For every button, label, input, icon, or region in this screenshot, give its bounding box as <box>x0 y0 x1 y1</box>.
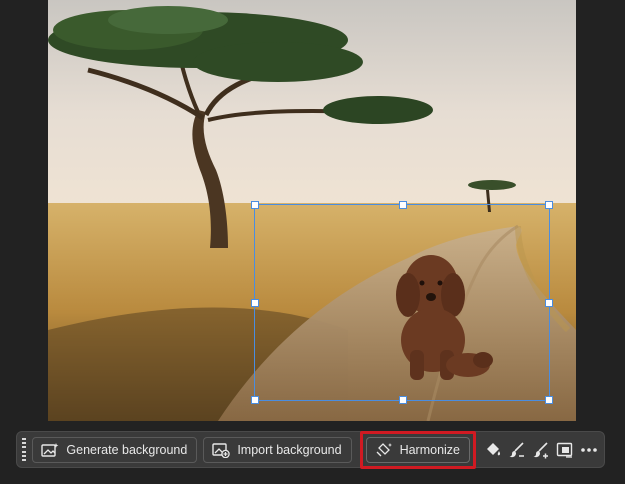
brush-add-icon <box>533 441 548 458</box>
brush-subtract-icon <box>509 441 524 457</box>
resize-handle-bottom[interactable] <box>399 396 407 404</box>
mask-icon <box>556 442 573 458</box>
brush-subtract-button[interactable] <box>508 437 526 463</box>
resize-handle-left[interactable] <box>251 299 259 307</box>
harmonize-button[interactable]: Harmonize <box>365 436 470 463</box>
resize-handle-bottom-right[interactable] <box>545 396 553 404</box>
harmonize-icon <box>376 442 392 456</box>
contextual-taskbar: Generate background Import background Ha… <box>16 430 605 469</box>
harmonize-label: Harmonize <box>399 442 460 457</box>
generate-background-label: Generate background <box>66 442 188 457</box>
resize-handle-right[interactable] <box>545 299 553 307</box>
harmonize-highlight: Harmonize <box>359 430 476 469</box>
import-background-button[interactable]: Import background <box>203 436 352 463</box>
generate-background-button[interactable]: Generate background <box>32 436 198 463</box>
canvas-area <box>0 0 625 484</box>
generate-background-icon <box>41 442 59 457</box>
more-options-button[interactable] <box>580 437 598 463</box>
import-background-icon <box>212 442 231 458</box>
resize-handle-bottom-left[interactable] <box>251 396 259 404</box>
resize-handle-top-right[interactable] <box>545 201 553 209</box>
resize-handle-top[interactable] <box>399 201 407 209</box>
fill-icon <box>487 442 501 455</box>
import-background-label: Import background <box>237 442 342 457</box>
resize-handle-top-left[interactable] <box>251 201 259 209</box>
fill-button[interactable] <box>484 437 502 463</box>
more-icon <box>581 447 597 452</box>
mask-button[interactable] <box>556 437 574 463</box>
brush-add-button[interactable] <box>532 437 550 463</box>
drag-grip-handle[interactable] <box>21 437 26 462</box>
document-image[interactable] <box>48 0 576 421</box>
